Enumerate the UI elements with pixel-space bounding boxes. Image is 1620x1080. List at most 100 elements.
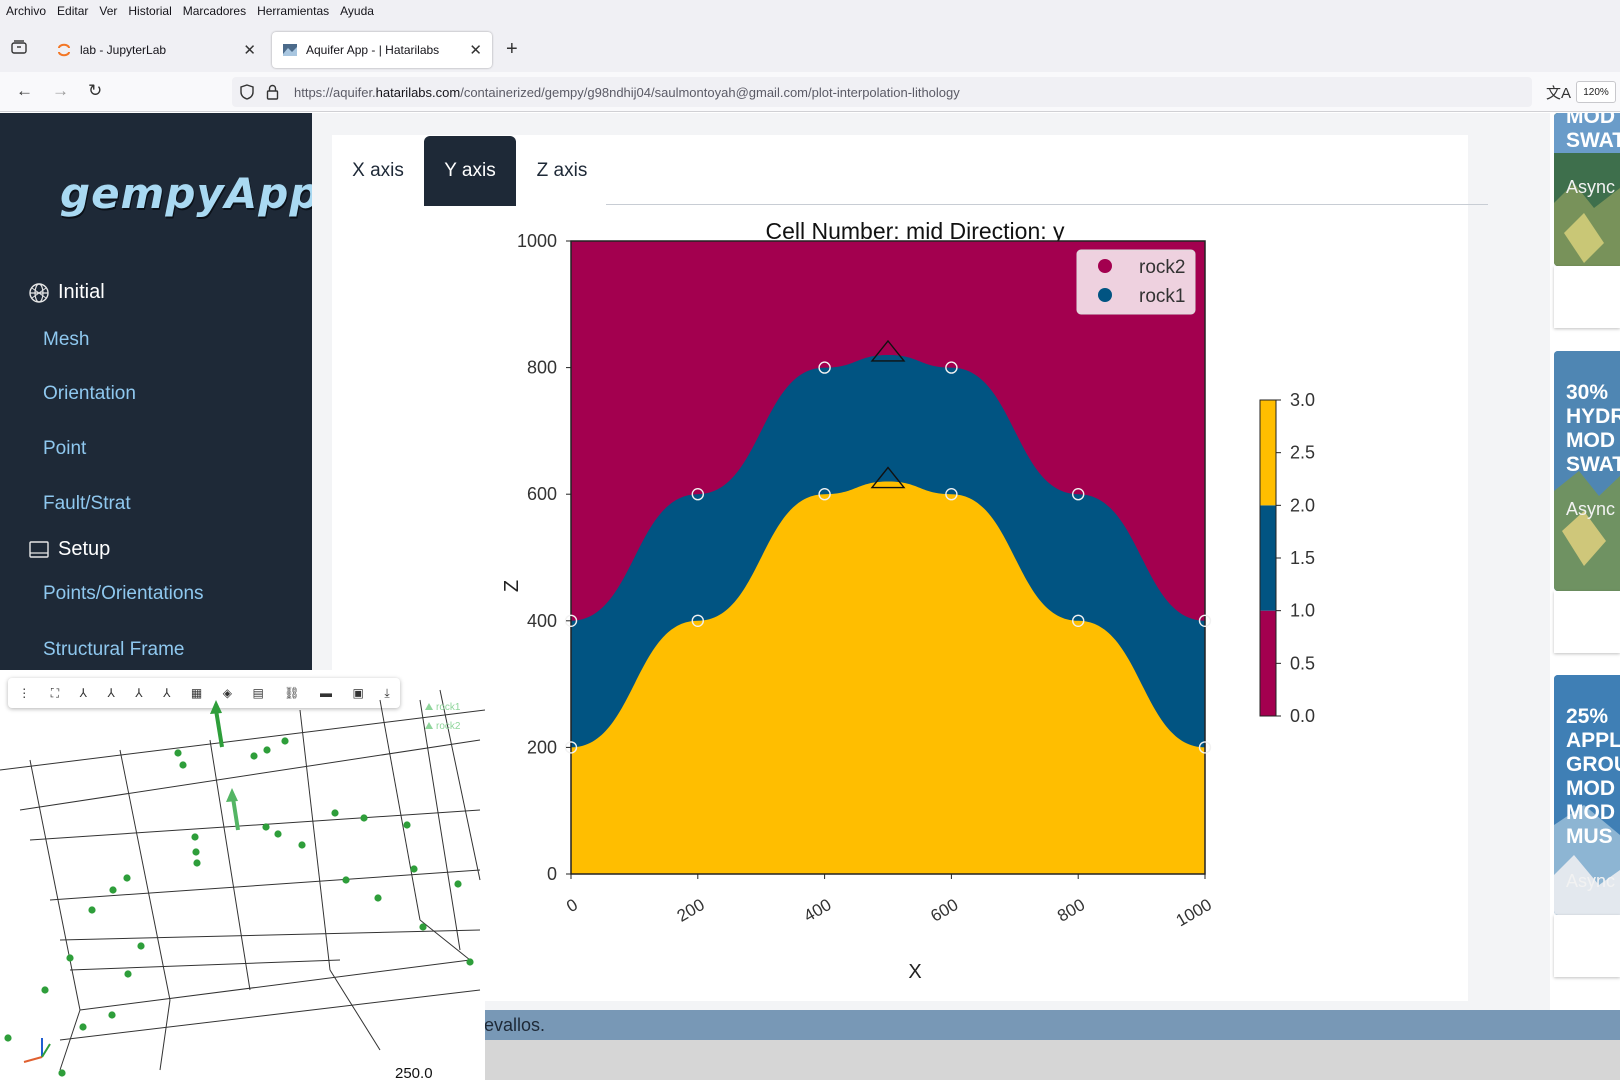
sidebar-section-initial[interactable]: Initial <box>28 281 105 304</box>
ad-line: MOD <box>1566 113 1615 129</box>
ad-line: APPL <box>1566 729 1620 753</box>
ad-card-footer <box>1554 591 1620 653</box>
chart-legend: rock2 rock1 <box>1077 250 1195 314</box>
menu-ver[interactable]: Ver <box>99 4 117 18</box>
colorbar-tick-label: 2.0 <box>1290 495 1315 515</box>
y-tick-label: 0 <box>547 864 557 884</box>
y-tick-label: 200 <box>527 737 557 757</box>
back-icon[interactable]: ← <box>16 81 33 101</box>
ad-card-groundwater[interactable]: 25% APPL GROU MOD MOD MUS Async <box>1554 675 1620 915</box>
scene-point <box>193 859 200 866</box>
scene-point <box>262 823 269 830</box>
ad-line: MUS <box>1566 825 1613 849</box>
menu-ayuda[interactable]: Ayuda <box>340 4 374 18</box>
colorbar-segment <box>1260 505 1276 610</box>
colorbar-tick-label: 3.0 <box>1290 390 1315 410</box>
tab-aquifer-app[interactable]: Aquifer App - | Hatarilabs ✕ <box>272 32 492 68</box>
legend-label-rock1: rock1 <box>1139 286 1185 307</box>
zoom-badge[interactable]: 120% <box>1576 81 1616 103</box>
x-tick-label: 200 <box>674 895 708 926</box>
scene-point <box>79 1023 86 1030</box>
url-prefix: https://aquifer. <box>294 85 376 100</box>
scene-point <box>250 752 257 759</box>
tab-underline <box>606 204 1488 205</box>
ad-subtitle: Async <box>1566 499 1615 520</box>
ad-line: MOD <box>1566 801 1615 825</box>
menu-historial[interactable]: Historial <box>128 4 171 18</box>
close-icon[interactable]: ✕ <box>469 41 482 59</box>
url-path: /containerized/gempy/g98ndhij04/saulmont… <box>460 85 960 100</box>
sidebar-item-orientation[interactable]: Orientation <box>43 383 136 405</box>
tab-y-axis[interactable]: Y axis <box>424 136 516 206</box>
x-axis-label: X <box>908 961 921 983</box>
legend-label-rock2: rock2 <box>1139 257 1185 278</box>
colorbar-tick-label: 1.5 <box>1290 548 1315 568</box>
x-tick-label: 0 <box>563 895 581 916</box>
menu-editar[interactable]: Editar <box>57 4 88 18</box>
ad-line: MOD <box>1566 429 1615 453</box>
forward-icon[interactable]: → <box>52 81 69 101</box>
footer-strip <box>470 1040 1620 1080</box>
scene-point <box>466 958 473 965</box>
y-tick-label: 600 <box>527 484 557 504</box>
sidebar-item-points-orientations[interactable]: Points/Orientations <box>43 583 204 605</box>
scene-point <box>174 749 181 756</box>
ad-line: HYDR <box>1566 405 1620 429</box>
y-tick-label: 400 <box>527 611 557 631</box>
footer-bar: evallos. <box>470 1010 1620 1040</box>
scene-point <box>66 954 73 961</box>
tab-jupyterlab[interactable]: lab - JupyterLab ✕ <box>46 32 266 68</box>
monitor-icon <box>28 539 50 561</box>
tab-z-axis[interactable]: Z axis <box>516 136 608 206</box>
chart-title: Cell Number: mid Direction: y <box>765 218 1065 244</box>
x-tick-label: 600 <box>927 895 961 926</box>
scene-point <box>274 830 281 837</box>
menu-marcadores[interactable]: Marcadores <box>183 4 246 18</box>
orientation-gizmo <box>24 1038 50 1062</box>
y-axis-label: Z <box>501 580 523 592</box>
ad-card-footer <box>1554 266 1620 328</box>
sidebar-section-label: Setup <box>58 538 110 561</box>
colorbar-segment <box>1260 611 1276 716</box>
translate-icon[interactable]: 文A <box>1546 82 1571 103</box>
sidebar-section-setup[interactable]: Setup <box>28 538 110 561</box>
tab-title: lab - JupyterLab <box>80 43 166 57</box>
x-tick-label: 400 <box>801 895 835 926</box>
scene-point <box>281 737 288 744</box>
ad-card-swat[interactable]: MOD SWAT Async <box>1554 113 1620 266</box>
url-bar[interactable]: https://aquifer.hatarilabs.com/container… <box>232 77 1532 107</box>
reload-icon[interactable]: ↻ <box>88 81 102 101</box>
scene-point <box>454 880 461 887</box>
y-tick-label: 800 <box>527 358 557 378</box>
tab-x-axis[interactable]: X axis <box>332 136 424 206</box>
colorbar-tick-label: 2.5 <box>1290 443 1315 463</box>
sidebar-item-structural-frame[interactable]: Structural Frame <box>43 639 184 661</box>
scene-point <box>123 874 130 881</box>
colorbar-tick-label: 0.0 <box>1290 706 1315 726</box>
close-icon[interactable]: ✕ <box>243 41 256 59</box>
jupyter-icon <box>56 42 72 58</box>
footer-text: evallos. <box>484 1015 545 1036</box>
ad-card-footer <box>1554 915 1620 977</box>
scene-point <box>41 986 48 993</box>
menu-archivo[interactable]: Archivo <box>6 4 46 18</box>
colorbar: 0.00.51.01.52.02.53.0 <box>1260 390 1315 726</box>
3d-scene: rock1 rock2 250.0 <box>0 670 485 1080</box>
ad-card-hydro[interactable]: 30% HYDR MOD SWAT Async <box>1554 351 1620 591</box>
ad-line: 25% <box>1566 705 1608 729</box>
browser-navbar: ← → ↻ https://aquifer.hatarilabs.com/con… <box>0 72 1620 112</box>
browser-menubar: Archivo Editar Ver Historial Marcadores … <box>0 0 1620 22</box>
sidebar-item-mesh[interactable]: Mesh <box>43 329 89 351</box>
tab-list-icon[interactable] <box>11 40 27 54</box>
3d-viewer[interactable]: ⋮ ⛶ ⅄ ⅄ ⅄ ⅄ ▦ ◈ ▤ ⛓ ▬ ▣ ⤓ <box>0 670 485 1080</box>
scene-point <box>342 876 349 883</box>
sidebar-item-fault-strat[interactable]: Fault/Strat <box>43 493 131 515</box>
menu-herramientas[interactable]: Herramientas <box>257 4 329 18</box>
x-tick-label: 800 <box>1054 895 1088 926</box>
app-logo[interactable]: gempyApp <box>60 169 320 218</box>
colorbar-tick-label: 1.0 <box>1290 601 1315 621</box>
new-tab-icon[interactable]: + <box>506 38 518 61</box>
scene-point <box>298 841 305 848</box>
sidebar-item-point[interactable]: Point <box>43 438 86 460</box>
viewer-axis-label: 250.0 <box>395 1065 433 1080</box>
